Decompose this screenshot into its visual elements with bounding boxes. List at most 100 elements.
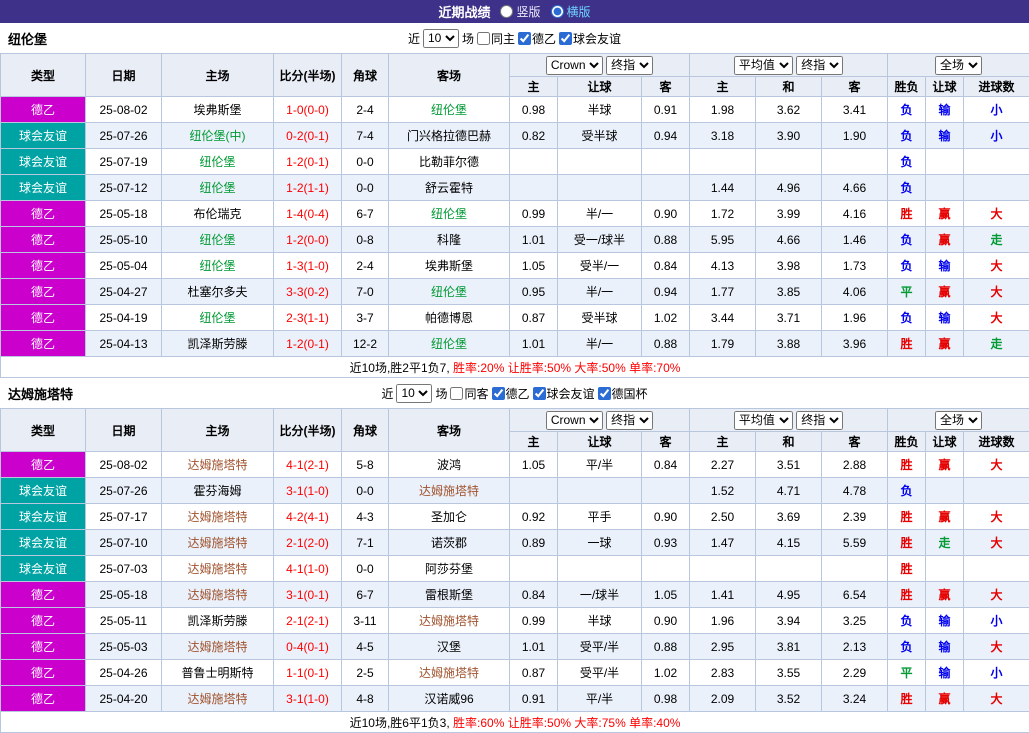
asian-provider-select[interactable]: Crown [546, 411, 603, 430]
away-team[interactable]: 汉诺威96 [389, 686, 510, 712]
goals-result: 大 [964, 253, 1029, 279]
away-team[interactable]: 纽伦堡 [389, 201, 510, 227]
away-team[interactable]: 达姆施塔特 [389, 608, 510, 634]
away-team[interactable]: 舒云霍特 [389, 175, 510, 201]
home-team[interactable]: 霍芬海姆 [162, 478, 274, 504]
view-option-vertical[interactable]: 竖版 [500, 3, 540, 20]
home-team[interactable]: 纽伦堡 [162, 175, 274, 201]
match-score: 4-2(4-1) [274, 504, 342, 530]
match-score: 1-3(1-0) [274, 253, 342, 279]
euro-provider-select[interactable]: 平均值 [734, 411, 793, 430]
away-team[interactable]: 帕德博恩 [389, 305, 510, 331]
home-team[interactable]: 达姆施塔特 [162, 634, 274, 660]
home-team[interactable]: 纽伦堡 [162, 253, 274, 279]
corner-score: 2-4 [342, 253, 389, 279]
handicap-result: 输 [926, 660, 964, 686]
friendly-checkbox[interactable] [533, 387, 546, 400]
home-team[interactable]: 杜塞尔多夫 [162, 279, 274, 305]
home-team[interactable]: 埃弗斯堡 [162, 97, 274, 123]
recent-count-select[interactable]: 10 [396, 384, 432, 403]
match-date: 25-04-27 [86, 279, 162, 305]
euro-draw-odds: 4.66 [756, 227, 822, 253]
asian-time-select[interactable]: 终指 [606, 411, 653, 430]
home-team[interactable]: 纽伦堡 [162, 227, 274, 253]
home-team[interactable]: 凯泽斯劳滕 [162, 608, 274, 634]
home-team[interactable]: 达姆施塔特 [162, 686, 274, 712]
away-team[interactable]: 雷根斯堡 [389, 582, 510, 608]
euro-time-select[interactable]: 终指 [796, 56, 843, 75]
col-header-type: 类型 [1, 409, 86, 452]
vertical-radio[interactable] [500, 5, 513, 18]
away-team[interactable]: 纽伦堡 [389, 97, 510, 123]
home-team[interactable]: 纽伦堡 [162, 149, 274, 175]
fulltime-select[interactable]: 全场 [935, 411, 982, 430]
away-team[interactable]: 达姆施塔特 [389, 660, 510, 686]
away-team[interactable]: 门兴格拉德巴赫 [389, 123, 510, 149]
match-row: 德乙25-05-04纽伦堡1-3(1-0)2-4埃弗斯堡1.05受半/一0.84… [1, 253, 1029, 279]
euro-draw-odds: 3.69 [756, 504, 822, 530]
euro-draw-odds [756, 556, 822, 582]
match-result: 负 [888, 149, 926, 175]
filter-same-away[interactable]: 同客 [450, 385, 488, 402]
away-team[interactable]: 汉堡 [389, 634, 510, 660]
home-team[interactable]: 普鲁士明斯特 [162, 660, 274, 686]
horizontal-radio-label: 横版 [567, 3, 591, 20]
asian-time-select[interactable]: 终指 [606, 56, 653, 75]
league-badge: 德乙 [1, 305, 86, 331]
filter-club-friendly[interactable]: 球会友谊 [559, 30, 621, 47]
deyi-checkbox[interactable] [518, 32, 531, 45]
filter-german-cup[interactable]: 德国杯 [598, 385, 648, 402]
asian-away-odds: 0.91 [642, 97, 690, 123]
home-team[interactable]: 达姆施塔特 [162, 556, 274, 582]
away-team[interactable]: 纽伦堡 [389, 331, 510, 357]
match-row: 球会友谊25-07-03达姆施塔特4-1(1-0)0-0阿莎芬堡胜 [1, 556, 1029, 582]
filter-league-deyi[interactable]: 德乙 [518, 30, 556, 47]
asian-away-odds: 0.90 [642, 504, 690, 530]
euro-away-odds: 4.66 [822, 175, 888, 201]
match-score: 1-1(0-1) [274, 660, 342, 686]
home-team[interactable]: 布伦瑞克 [162, 201, 274, 227]
filter-league-deyi[interactable]: 德乙 [492, 385, 530, 402]
filter-same-home[interactable]: 同主 [477, 30, 515, 47]
horizontal-radio[interactable] [551, 5, 564, 18]
match-row: 德乙25-08-02达姆施塔特4-1(2-1)5-8波鸿1.05平/半0.842… [1, 452, 1029, 478]
away-team[interactable]: 埃弗斯堡 [389, 253, 510, 279]
deyi-checkbox[interactable] [492, 387, 505, 400]
asian-provider-select[interactable]: Crown [546, 56, 603, 75]
home-team[interactable]: 纽伦堡 [162, 305, 274, 331]
view-option-horizontal[interactable]: 横版 [551, 3, 591, 20]
match-date: 25-05-18 [86, 582, 162, 608]
page-title: 近期战绩 [438, 2, 490, 21]
home-team[interactable]: 达姆施塔特 [162, 452, 274, 478]
fulltime-select[interactable]: 全场 [935, 56, 982, 75]
home-team[interactable]: 凯泽斯劳滕 [162, 331, 274, 357]
home-team[interactable]: 达姆施塔特 [162, 530, 274, 556]
euro-draw-odds: 4.96 [756, 175, 822, 201]
same-home-checkbox[interactable] [477, 32, 490, 45]
goals-result: 大 [964, 504, 1029, 530]
recent-count-select[interactable]: 10 [423, 29, 459, 48]
home-team[interactable]: 达姆施塔特 [162, 582, 274, 608]
home-team[interactable]: 纽伦堡(中) [162, 123, 274, 149]
match-date: 25-04-20 [86, 686, 162, 712]
match-result: 胜 [888, 452, 926, 478]
euro-time-select[interactable]: 终指 [796, 411, 843, 430]
friendly-checkbox[interactable] [559, 32, 572, 45]
away-team[interactable]: 诺茨郡 [389, 530, 510, 556]
away-team[interactable]: 波鸿 [389, 452, 510, 478]
away-team[interactable]: 科隆 [389, 227, 510, 253]
away-team[interactable]: 阿莎芬堡 [389, 556, 510, 582]
german-cup-checkbox[interactable] [598, 387, 611, 400]
euro-draw-odds: 3.85 [756, 279, 822, 305]
asian-away-odds: 0.90 [642, 608, 690, 634]
away-team[interactable]: 比勒菲尔德 [389, 149, 510, 175]
same-away-checkbox[interactable] [450, 387, 463, 400]
away-team[interactable]: 纽伦堡 [389, 279, 510, 305]
away-team[interactable]: 圣加仑 [389, 504, 510, 530]
filter-club-friendly[interactable]: 球会友谊 [533, 385, 595, 402]
col-header-goals: 进球数 [964, 432, 1029, 452]
home-team[interactable]: 达姆施塔特 [162, 504, 274, 530]
euro-provider-select[interactable]: 平均值 [734, 56, 793, 75]
away-team[interactable]: 达姆施塔特 [389, 478, 510, 504]
euro-draw-odds: 4.15 [756, 530, 822, 556]
